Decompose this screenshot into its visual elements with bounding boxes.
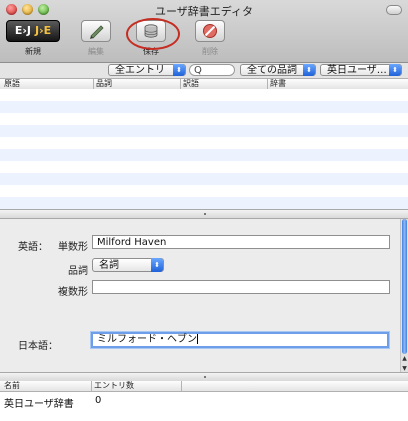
- edit-button[interactable]: 編集: [66, 20, 126, 60]
- divider-grip-icon: [204, 213, 206, 215]
- window-title: ユーザ辞書エディタ: [154, 5, 253, 18]
- list-row[interactable]: [0, 89, 408, 101]
- dictionary-count-cell: 0: [95, 395, 102, 406]
- user-dictionary-editor-window: ユーザ辞書エディタ E›J J›E 新規 編集 保存 削除 全エントリ ⬍ Q …: [0, 0, 408, 421]
- new-entry-button[interactable]: E›J J›E 新規: [3, 20, 63, 60]
- column-pos[interactable]: 品詞: [96, 78, 112, 89]
- dictionary-table: 名前 エントリ数 英日ユーザ辞書 0: [0, 381, 408, 421]
- scroll-up-arrow-icon[interactable]: ▲: [401, 355, 408, 362]
- list-row[interactable]: [0, 101, 408, 113]
- chevron-updown-icon: ⬍: [303, 64, 315, 76]
- singular-field[interactable]: Milford Haven: [92, 235, 390, 249]
- list-row[interactable]: [0, 113, 408, 125]
- detail-scrollbar[interactable]: ▲ ▼: [400, 219, 408, 376]
- list-row[interactable]: [0, 173, 408, 185]
- column-dictionary[interactable]: 辞書: [270, 78, 286, 89]
- list-row[interactable]: [0, 137, 408, 149]
- divider-grip-icon: [204, 376, 206, 378]
- pencil-icon: [81, 20, 111, 42]
- chevron-updown-icon: ⬍: [389, 64, 401, 76]
- filter-bar: 全エントリ ⬍ Q 全ての品詞 ⬍ 英日ユーザ… ⬍: [0, 63, 408, 78]
- singular-label: 単数形: [58, 242, 88, 253]
- dictionary-table-header: 名前 エントリ数: [0, 381, 408, 392]
- japanese-field[interactable]: ミルフォード・ヘブン: [91, 332, 389, 348]
- new-label: 新規: [25, 47, 41, 56]
- save-highlight-ring: [126, 18, 180, 50]
- chevron-updown-icon: ⬍: [151, 258, 163, 272]
- plural-label: 複数形: [58, 287, 88, 298]
- split-view-divider[interactable]: [0, 209, 408, 219]
- entry-list[interactable]: [0, 89, 408, 209]
- scrollbar-thumb[interactable]: [402, 219, 407, 354]
- edit-label: 編集: [88, 47, 104, 56]
- dictionary-filter-select[interactable]: 英日ユーザ… ⬍: [320, 64, 402, 76]
- entry-detail-panel: 英語： 単数形 Milford Haven 品詞 名詞 ⬍ 複数形 日本語： ミル…: [0, 219, 408, 376]
- toolbar-toggle-button[interactable]: [386, 5, 402, 15]
- list-row[interactable]: [0, 125, 408, 137]
- list-row[interactable]: [0, 197, 408, 209]
- pos-filter-select[interactable]: 全ての品詞 ⬍: [240, 64, 316, 76]
- pos-label: 品詞: [68, 266, 88, 277]
- english-section-label: 英語：: [18, 242, 48, 253]
- dictionary-name-cell[interactable]: 英日ユーザ辞書: [4, 395, 74, 410]
- column-name[interactable]: 名前: [4, 380, 20, 391]
- pos-select[interactable]: 名詞 ⬍: [92, 258, 164, 272]
- list-row[interactable]: [0, 161, 408, 173]
- titlebar-toolbar: ユーザ辞書エディタ E›J J›E 新規 編集 保存 削除: [0, 0, 408, 63]
- direction-toggle-icon: E›J J›E: [6, 20, 60, 42]
- text-caret: [197, 334, 198, 344]
- column-entry-count[interactable]: エントリ数: [94, 380, 134, 391]
- list-row[interactable]: [0, 149, 408, 161]
- entry-filter-select[interactable]: 全エントリ ⬍: [108, 64, 186, 76]
- column-headword[interactable]: 原語: [4, 78, 20, 89]
- no-entry-icon: [195, 20, 225, 42]
- list-row[interactable]: [0, 185, 408, 197]
- scroll-down-arrow-icon[interactable]: ▼: [401, 365, 408, 372]
- delete-label: 削除: [202, 47, 218, 56]
- search-input[interactable]: Q: [189, 64, 235, 76]
- chevron-updown-icon: ⬍: [173, 64, 185, 76]
- japanese-section-label: 日本語：: [18, 341, 58, 352]
- column-translation[interactable]: 訳語: [183, 78, 199, 89]
- delete-button[interactable]: 削除: [180, 20, 240, 60]
- plural-field[interactable]: [92, 280, 390, 294]
